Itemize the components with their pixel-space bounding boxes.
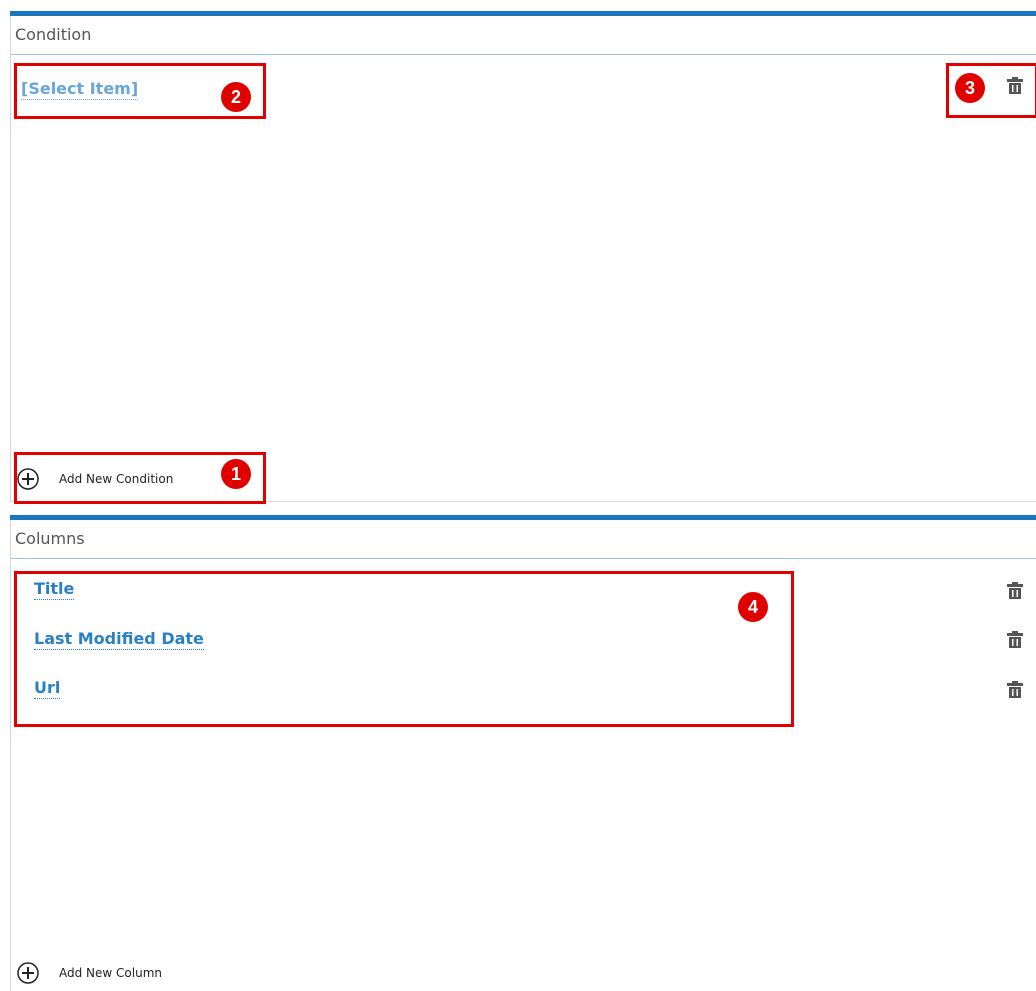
annotation-badge-2: 2: [221, 82, 251, 112]
trash-icon[interactable]: [1007, 582, 1023, 600]
annotation-badge-1: 1: [221, 459, 251, 489]
annotation-badge-4: 4: [738, 592, 768, 622]
trash-icon[interactable]: [1007, 631, 1023, 649]
trash-icon[interactable]: [1007, 681, 1023, 699]
annotation-box-4: [14, 571, 794, 727]
annotation-badge-3: 3: [955, 73, 985, 103]
add-new-column-button[interactable]: Add New Column: [17, 962, 162, 984]
plus-circle-icon: [17, 962, 39, 984]
add-new-column-label: Add New Column: [59, 966, 162, 980]
condition-header: Condition: [11, 16, 1036, 55]
columns-header: Columns: [11, 520, 1036, 559]
